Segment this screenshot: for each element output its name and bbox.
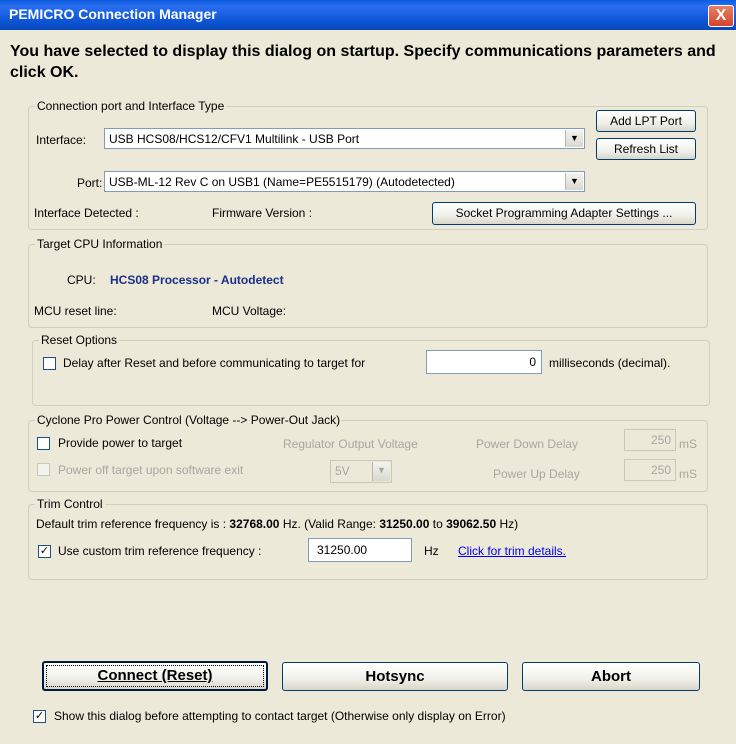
- power-down-unit: mS: [679, 437, 697, 451]
- socket-adapter-settings-label: Socket Programming Adapter Settings ...: [455, 206, 673, 220]
- target-cpu-legend: Target CPU Information: [35, 237, 165, 251]
- trim-default-line: Default trim reference frequency is : 32…: [36, 517, 518, 531]
- delay-value: 0: [529, 355, 536, 369]
- close-icon[interactable]: X: [708, 5, 734, 27]
- mcu-reset-line-label: MCU reset line:: [34, 304, 117, 318]
- firmware-version-label: Firmware Version :: [212, 206, 313, 220]
- power-up-delay-label: Power Up Delay: [493, 467, 580, 481]
- title-bar: PEMICRO Connection Manager: [0, 0, 736, 30]
- delay-unit-label: milliseconds (decimal).: [549, 356, 671, 370]
- reset-options-legend: Reset Options: [39, 333, 120, 347]
- regulator-voltage-label: Regulator Output Voltage: [283, 437, 418, 451]
- trim-control-legend: Trim Control: [35, 497, 105, 511]
- regulator-voltage-select[interactable]: 5V ▼: [330, 460, 392, 483]
- add-lpt-port-label: Add LPT Port: [610, 114, 682, 128]
- power-up-delay-value: 250: [650, 463, 671, 477]
- abort-label: Abort: [591, 668, 631, 685]
- connection-legend: Connection port and Interface Type: [35, 99, 227, 113]
- delay-after-reset-label: Delay after Reset and before communicati…: [63, 356, 366, 370]
- trim-default-prefix: Default trim reference frequency is :: [36, 517, 227, 531]
- custom-trim-label: Use custom trim reference frequency :: [58, 544, 262, 558]
- power-control-legend: Cyclone Pro Power Control (Voltage --> P…: [35, 413, 343, 427]
- provide-power-checkbox[interactable]: [37, 437, 50, 450]
- custom-trim-unit: Hz: [424, 544, 439, 558]
- trim-details-link[interactable]: Click for trim details.: [458, 544, 566, 558]
- cpu-value: HCS08 Processor - Autodetect: [110, 273, 284, 287]
- custom-trim-checkbox[interactable]: ✓: [38, 545, 51, 558]
- show-dialog-checkbox[interactable]: ✓: [33, 710, 46, 723]
- window-title: PEMICRO Connection Manager: [9, 6, 217, 22]
- trim-default-value: 32768.00: [229, 517, 280, 531]
- socket-adapter-settings-button[interactable]: Socket Programming Adapter Settings ...: [432, 202, 696, 225]
- reset-options-group: Reset Options: [32, 333, 710, 406]
- regulator-voltage-value: 5V: [335, 464, 350, 478]
- chevron-down-icon[interactable]: ▼: [372, 462, 390, 481]
- trim-valid-prefix: Hz. (Valid Range:: [282, 517, 376, 531]
- trim-range-min: 31250.00: [379, 517, 430, 531]
- delay-input[interactable]: 0: [426, 350, 542, 374]
- interface-value: USB HCS08/HCS12/CFV1 Multilink - USB Por…: [109, 132, 360, 146]
- hotsync-label: Hotsync: [365, 668, 425, 685]
- power-up-unit: mS: [679, 467, 697, 481]
- port-select[interactable]: USB-ML-12 Rev C on USB1 (Name=PE5515179)…: [104, 171, 585, 192]
- trim-range-suffix: Hz): [499, 517, 519, 531]
- custom-trim-value: 31250.00: [317, 543, 368, 557]
- power-down-delay-input[interactable]: 250: [624, 429, 676, 451]
- interface-select[interactable]: USB HCS08/HCS12/CFV1 Multilink - USB Por…: [104, 128, 585, 149]
- power-off-on-exit-checkbox[interactable]: [37, 463, 50, 476]
- power-up-delay-input[interactable]: 250: [624, 459, 676, 481]
- power-down-delay-label: Power Down Delay: [476, 437, 579, 451]
- intro-text: You have selected to display this dialog…: [10, 43, 716, 81]
- refresh-list-button[interactable]: Refresh List: [596, 138, 696, 160]
- provide-power-label: Provide power to target: [58, 436, 183, 450]
- power-off-on-exit-label: Power off target upon software exit: [58, 463, 244, 477]
- chevron-down-icon[interactable]: ▼: [565, 173, 583, 190]
- connect-reset-button[interactable]: Connect (Reset): [42, 661, 268, 691]
- mcu-voltage-label: MCU Voltage:: [212, 304, 287, 318]
- connect-reset-label: Connect (Reset): [97, 667, 213, 684]
- abort-button[interactable]: Abort: [522, 662, 700, 691]
- trim-range-max: 39062.50: [446, 517, 497, 531]
- port-label: Port:: [77, 176, 103, 190]
- refresh-list-label: Refresh List: [613, 142, 679, 156]
- show-dialog-label: Show this dialog before attempting to co…: [54, 709, 506, 723]
- chevron-down-icon[interactable]: ▼: [565, 130, 583, 147]
- cpu-label: CPU:: [67, 273, 96, 287]
- interface-label: Interface:: [36, 133, 87, 147]
- port-value: USB-ML-12 Rev C on USB1 (Name=PE5515179)…: [109, 175, 455, 189]
- interface-detected-label: Interface Detected :: [34, 206, 139, 220]
- custom-trim-input[interactable]: 31250.00: [308, 538, 412, 562]
- power-down-delay-value: 250: [650, 433, 671, 447]
- add-lpt-port-button[interactable]: Add LPT Port: [596, 110, 696, 132]
- hotsync-button[interactable]: Hotsync: [282, 662, 508, 691]
- trim-range-to: to: [432, 517, 443, 531]
- delay-after-reset-checkbox[interactable]: [43, 357, 56, 370]
